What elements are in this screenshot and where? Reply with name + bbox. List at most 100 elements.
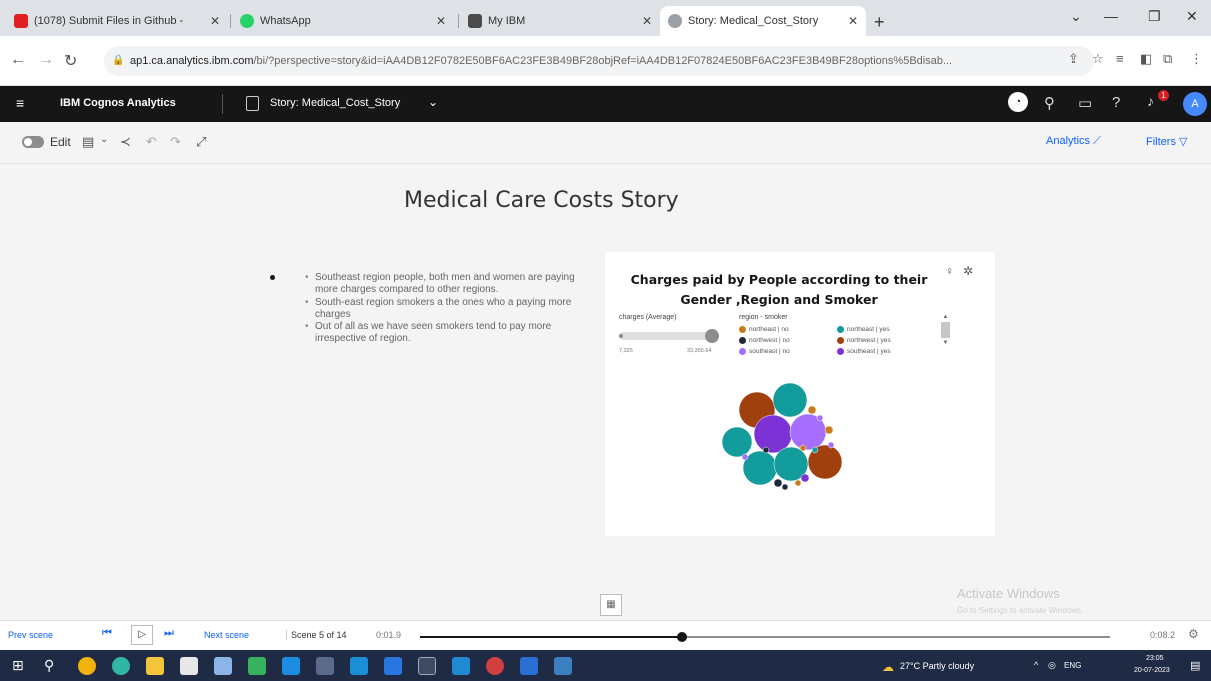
weather-icon[interactable]: ☁ <box>882 660 894 674</box>
close-icon[interactable]: ✕ <box>642 14 652 28</box>
browser-tab-story[interactable]: Story: Medical_Cost_Story ✕ <box>660 6 866 36</box>
reading-list-icon[interactable]: ≡ <box>1116 51 1124 66</box>
timeline-handle[interactable] <box>677 632 688 642</box>
bubble-mark[interactable] <box>721 426 753 458</box>
back-icon[interactable]: ← <box>10 51 26 69</box>
chrome-icon[interactable] <box>78 657 96 675</box>
browser-tab-whatsapp[interactable]: WhatsApp ✕ <box>232 6 454 36</box>
story-title-menu[interactable]: Story: Medical_Cost_Story <box>270 97 400 109</box>
assistant-icon[interactable]: ◔ <box>1008 92 1028 112</box>
window-close-icon[interactable]: ✕ <box>1186 8 1198 25</box>
timeline-track[interactable] <box>420 632 1110 642</box>
reload-icon[interactable]: ↻ <box>64 51 77 71</box>
bubble-chart-widget[interactable]: Charges paid by People according to thei… <box>605 252 995 536</box>
search-icon[interactable]: ⚲ <box>1044 94 1055 112</box>
bubble-mark[interactable] <box>800 473 810 483</box>
bubble-mark[interactable] <box>827 441 835 449</box>
vscode-icon[interactable] <box>452 657 470 675</box>
bubble-mark[interactable] <box>799 444 807 452</box>
story-icon <box>246 96 259 111</box>
close-icon[interactable]: ✕ <box>210 14 220 28</box>
browser-app-icon[interactable] <box>486 657 504 675</box>
bubble-mark[interactable] <box>773 478 783 488</box>
new-tab-icon[interactable]: + <box>874 12 885 33</box>
edit-label[interactable]: Edit <box>50 135 71 149</box>
bubble-mark[interactable] <box>741 453 749 461</box>
bullet-marker <box>270 275 275 280</box>
address-bar[interactable]: ap1.ca.analytics.ibm.com /bi/?perspectiv… <box>104 46 1094 76</box>
tab-search-icon[interactable]: ⌄ <box>1070 8 1082 25</box>
network-icon[interactable]: ◎ <box>1048 660 1056 671</box>
scene-thumbnail-icon[interactable]: ▦ <box>600 594 622 616</box>
maximize-icon[interactable]: ❐ <box>1148 8 1161 25</box>
analytics-button[interactable]: Analytics ⟋ <box>1046 135 1101 148</box>
redo-icon[interactable]: ↷ <box>170 134 181 150</box>
forward-icon[interactable]: → <box>38 51 54 69</box>
close-icon[interactable]: ✕ <box>436 14 446 28</box>
fullscreen-icon[interactable]: ⤢ <box>196 134 206 150</box>
help-icon[interactable]: ? <box>1112 94 1120 111</box>
save-icon[interactable]: ▤ <box>82 134 94 150</box>
notification-center-icon[interactable]: ▤ <box>1190 659 1200 672</box>
skip-back-icon[interactable]: ⏮ <box>102 627 112 640</box>
mail-icon[interactable] <box>282 657 300 675</box>
keyboard-icon[interactable] <box>316 657 334 675</box>
system-tray-chevron-icon[interactable]: ^ <box>1034 660 1038 670</box>
lock-icon[interactable]: 🔒 <box>112 55 124 66</box>
notifications-icon[interactable]: ♪ 1 <box>1147 90 1169 111</box>
extensions-icon[interactable]: ⧉ <box>1163 51 1172 67</box>
sidebar-icon[interactable]: ◧ <box>1140 51 1152 67</box>
hamburger-menu-icon[interactable]: ≡ <box>16 95 24 111</box>
skip-forward-icon[interactable]: ⏭ <box>164 627 174 640</box>
play-button[interactable]: ▷ <box>131 625 153 645</box>
bubble-mark[interactable] <box>824 425 834 435</box>
language-indicator[interactable]: ENG <box>1064 661 1081 670</box>
url-path: /bi/?perspective=story&id=iAA4DB12F0782E… <box>253 55 953 67</box>
next-scene-link[interactable]: Next scene <box>204 630 249 640</box>
word-icon[interactable] <box>520 657 538 675</box>
bubble-mark[interactable] <box>772 382 808 418</box>
chevron-down-icon[interactable]: ⌄ <box>100 134 108 145</box>
prev-scene-link[interactable]: Prev scene <box>8 630 53 640</box>
clock-date[interactable]: 20-07-2023 <box>1134 667 1170 674</box>
share-icon[interactable]: ⇪ <box>1068 51 1079 67</box>
minimize-icon[interactable]: — <box>1104 8 1118 24</box>
file-explorer-icon[interactable] <box>146 657 164 675</box>
windows-start-icon[interactable]: ⊞ <box>12 657 30 675</box>
share-icon[interactable]: ≺ <box>120 134 131 150</box>
browser-tab-strip: (1078) Submit Files in Github - ✕ WhatsA… <box>0 0 1211 36</box>
edit-toggle[interactable] <box>22 136 44 148</box>
settings-gear-icon[interactable]: ⚙ <box>1188 627 1199 641</box>
browser-tab-github[interactable]: (1078) Submit Files in Github - ✕ <box>6 6 228 36</box>
photos-icon[interactable] <box>554 657 572 675</box>
bubble-mark[interactable] <box>781 483 789 491</box>
notification-badge: 1 <box>1158 90 1169 101</box>
store-icon[interactable] <box>350 657 368 675</box>
browser-toolbar: ← → ↻ ap1.ca.analytics.ibm.com /bi/?pers… <box>0 36 1211 86</box>
browser-tab-myibm[interactable]: My IBM ✕ <box>460 6 660 36</box>
download-icon[interactable] <box>248 657 266 675</box>
more-menu-icon[interactable]: ⋮ <box>1190 51 1203 67</box>
app-icon[interactable] <box>384 657 402 675</box>
bubble-mark[interactable] <box>794 479 802 487</box>
calendar-icon[interactable] <box>180 657 198 675</box>
bubble-mark[interactable] <box>753 414 793 454</box>
bubble-mark[interactable] <box>807 405 817 415</box>
current-time: 0:01.9 <box>376 630 402 640</box>
chevron-down-icon[interactable]: ⌄ <box>428 95 438 109</box>
comments-icon[interactable]: ▭ <box>1078 94 1092 112</box>
filters-button[interactable]: Filters ▽ <box>1146 135 1187 148</box>
clock-time[interactable]: 23:05 <box>1146 655 1164 662</box>
terminal-icon[interactable] <box>418 657 436 675</box>
bubble-mark[interactable] <box>762 446 770 454</box>
edge-icon[interactable] <box>112 657 130 675</box>
bubble-mark[interactable] <box>811 446 819 454</box>
close-icon[interactable]: ✕ <box>848 14 858 28</box>
user-avatar[interactable]: A <box>1183 92 1207 116</box>
bubble-mark[interactable] <box>816 414 824 422</box>
weather-text[interactable]: 27°C Partly cloudy <box>900 661 974 671</box>
undo-icon[interactable]: ↶ <box>146 134 157 150</box>
search-icon[interactable]: ⚲ <box>44 657 62 675</box>
bookmark-star-icon[interactable]: ☆ <box>1092 51 1104 67</box>
notes-icon[interactable] <box>214 657 232 675</box>
